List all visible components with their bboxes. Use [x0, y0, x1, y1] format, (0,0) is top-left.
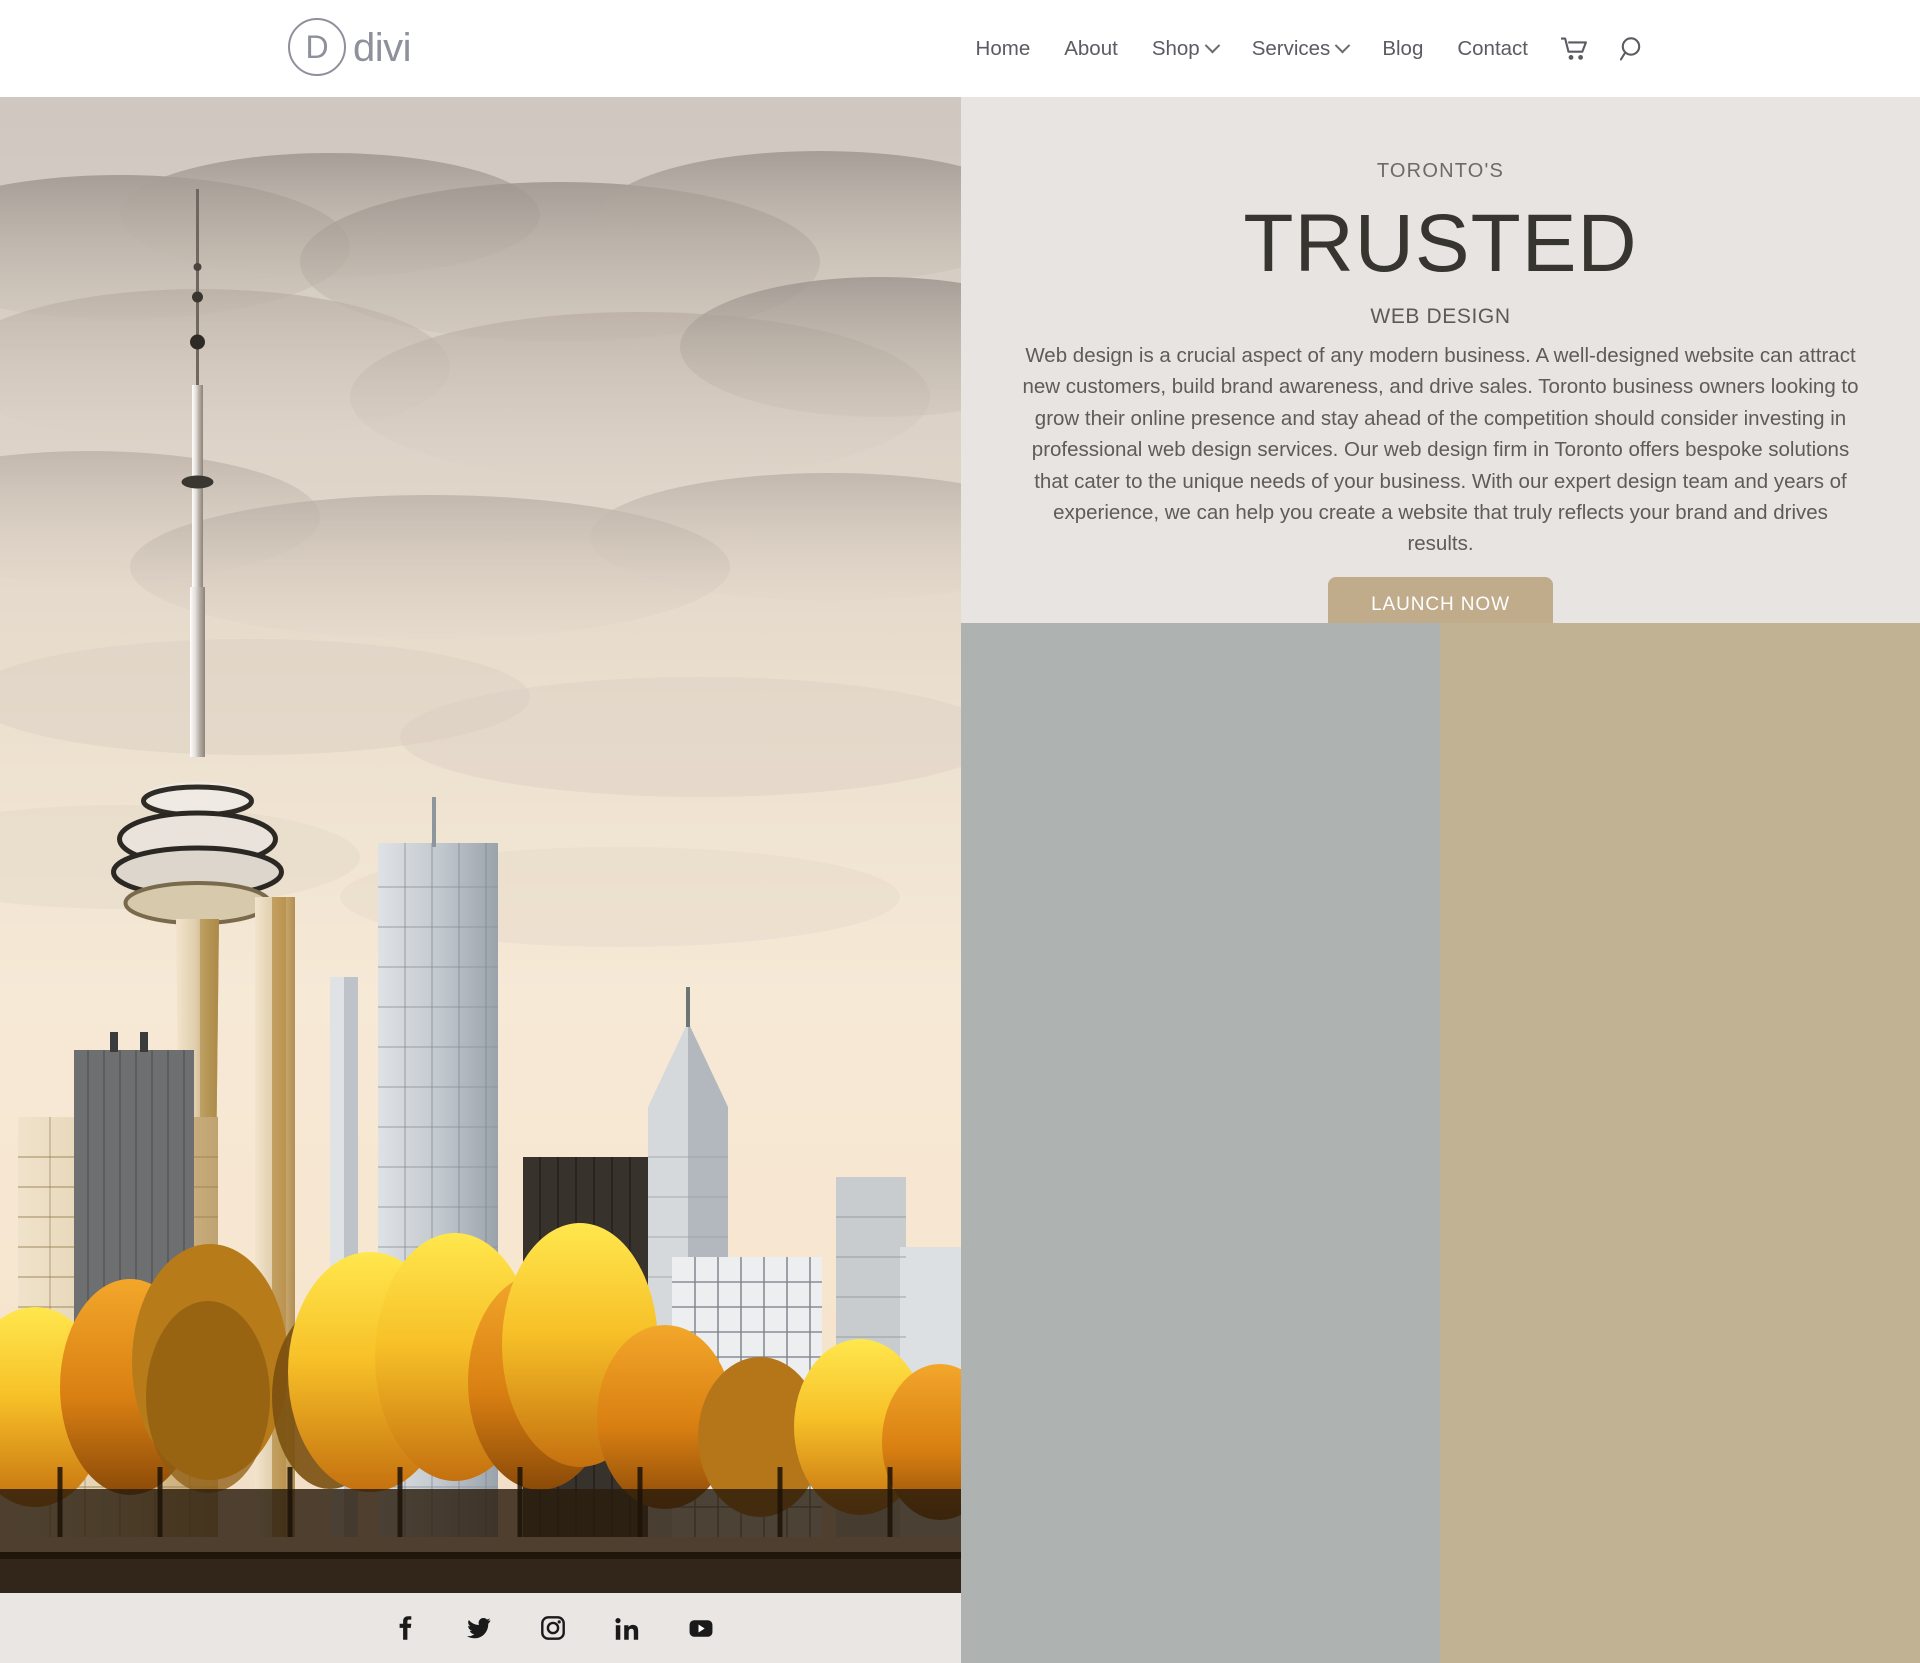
color-block-tan [1440, 623, 1920, 1663]
nav-label: Contact [1457, 36, 1528, 60]
youtube-icon[interactable] [689, 1616, 713, 1640]
nav-item-blog[interactable]: Blog [1365, 37, 1440, 61]
logo-wordmark: divi [353, 26, 412, 70]
nav-item-contact[interactable]: Contact [1440, 37, 1545, 61]
hero-image [0, 97, 961, 1593]
twitter-icon[interactable] [467, 1616, 491, 1640]
chevron-down-icon [1335, 37, 1351, 54]
nav-label: Services [1251, 36, 1331, 60]
hero-text-panel: TORONTO'S TRUSTED WEB DESIGN Web design … [961, 97, 1920, 633]
nav-label: Home [975, 36, 1031, 60]
site-logo[interactable]: D divi [288, 18, 412, 76]
nav-item-about[interactable]: About [1047, 37, 1135, 61]
site-header: D divi Home About Shop Services Blog Con… [0, 0, 1920, 97]
hero-eyebrow: TORONTO'S [1376, 160, 1505, 182]
nav-item-home[interactable]: Home [959, 37, 1048, 61]
linkedin-icon[interactable] [615, 1616, 639, 1640]
cart-icon[interactable] [1545, 37, 1604, 61]
facebook-icon[interactable] [393, 1616, 417, 1640]
nav-label: Shop [1151, 36, 1200, 60]
hero-headline: TRUSTED [1243, 198, 1638, 289]
toronto-skyline-illustration [0, 97, 961, 1593]
nav-item-services[interactable]: Services [1235, 37, 1366, 61]
instagram-icon[interactable] [541, 1616, 565, 1640]
nav-label: Blog [1382, 36, 1424, 60]
nav-item-shop[interactable]: Shop [1135, 37, 1235, 61]
hero-body-text: Web design is a crucial aspect of any mo… [1022, 344, 1859, 556]
primary-navigation: Home About Shop Services Blog Contact [959, 0, 1662, 97]
nav-label: About [1064, 36, 1118, 60]
social-footer-bar [0, 1593, 961, 1663]
logo-mark-icon: D [288, 18, 346, 76]
color-block-gray [961, 623, 1440, 1663]
search-icon[interactable] [1604, 36, 1662, 62]
chevron-down-icon [1204, 37, 1220, 54]
hero-subheadline: WEB DESIGN [1370, 305, 1511, 329]
